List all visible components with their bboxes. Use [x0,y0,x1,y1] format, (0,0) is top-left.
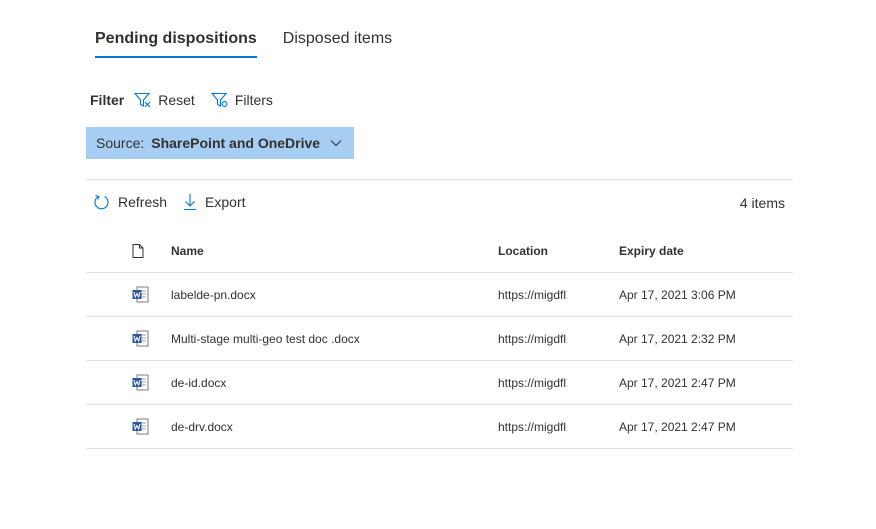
chevron-down-icon [330,140,342,147]
table-row[interactable]: labelde-pn.docx https://migdfl Apr 17, 2… [86,273,793,317]
filter-clear-icon [134,92,151,108]
tab-pending-dispositions[interactable]: Pending dispositions [95,30,257,58]
expiry-column-header[interactable]: Expiry date [619,229,684,272]
file-expiry-date: Apr 17, 2021 2:32 PM [619,331,736,346]
reset-button[interactable]: Reset [134,92,195,108]
file-icon-cell [132,405,149,448]
file-icon-cell [132,317,149,360]
file-expiry-date: Apr 17, 2021 2:47 PM [619,375,736,390]
filter-label: Filter [90,92,125,108]
word-document-icon [132,418,149,435]
source-value: SharePoint and OneDrive [151,135,321,151]
table-row[interactable]: de-drv.docx https://migdfl Apr 17, 2021 … [86,405,793,449]
word-document-icon [132,330,149,347]
export-label: Export [205,194,246,210]
location-column-header[interactable]: Location [498,229,576,272]
reset-label: Reset [158,92,195,108]
file-name: de-id.docx [171,375,227,390]
table-header: Name Location Expiry date [86,229,793,273]
table-body: labelde-pn.docx https://migdfl Apr 17, 2… [86,273,793,449]
filter-settings-icon [210,92,228,107]
file-icon-cell [132,273,149,316]
disposition-table: Name Location Expiry date labelde-pn.doc… [86,229,793,449]
file-location: https://migdfl [498,375,567,390]
refresh-button[interactable]: Refresh [93,193,167,211]
refresh-icon [94,194,109,210]
source-dropdown[interactable]: Source: SharePoint and OneDrive [86,127,354,159]
table-row[interactable]: Multi-stage multi-geo test doc .docx htt… [86,317,793,361]
filter-bar: Filter Reset Filters [90,92,289,108]
name-column-header[interactable]: Name [171,229,204,272]
file-expiry-date: Apr 17, 2021 3:06 PM [619,287,736,302]
filters-button[interactable]: Filters [210,92,273,108]
file-icon-cell [132,361,149,404]
export-button[interactable]: Export [183,193,246,211]
file-expiry-date: Apr 17, 2021 2:47 PM [619,419,736,434]
file-location: https://migdfl [498,331,567,346]
word-document-icon [132,286,149,303]
source-label: Source: [96,135,145,151]
filters-label: Filters [234,92,273,108]
file-name: labelde-pn.docx [171,287,256,302]
file-location: https://migdfl [498,419,567,434]
document-icon [132,243,144,258]
table-row[interactable]: de-id.docx https://migdfl Apr 17, 2021 2… [86,361,793,405]
tab-list: Pending dispositions Disposed items [95,30,392,58]
refresh-label: Refresh [118,194,168,210]
download-icon [184,194,197,211]
file-name: de-drv.docx [171,419,233,434]
word-document-icon [132,374,149,391]
item-count: 4 items [739,195,785,211]
command-bar: Refresh Export [93,193,262,211]
file-name: Multi-stage multi-geo test doc .docx [171,331,360,346]
section-divider [86,179,793,180]
file-location: https://migdfl [498,287,567,302]
file-type-column-header[interactable] [132,229,144,272]
tab-disposed-items[interactable]: Disposed items [283,30,392,58]
